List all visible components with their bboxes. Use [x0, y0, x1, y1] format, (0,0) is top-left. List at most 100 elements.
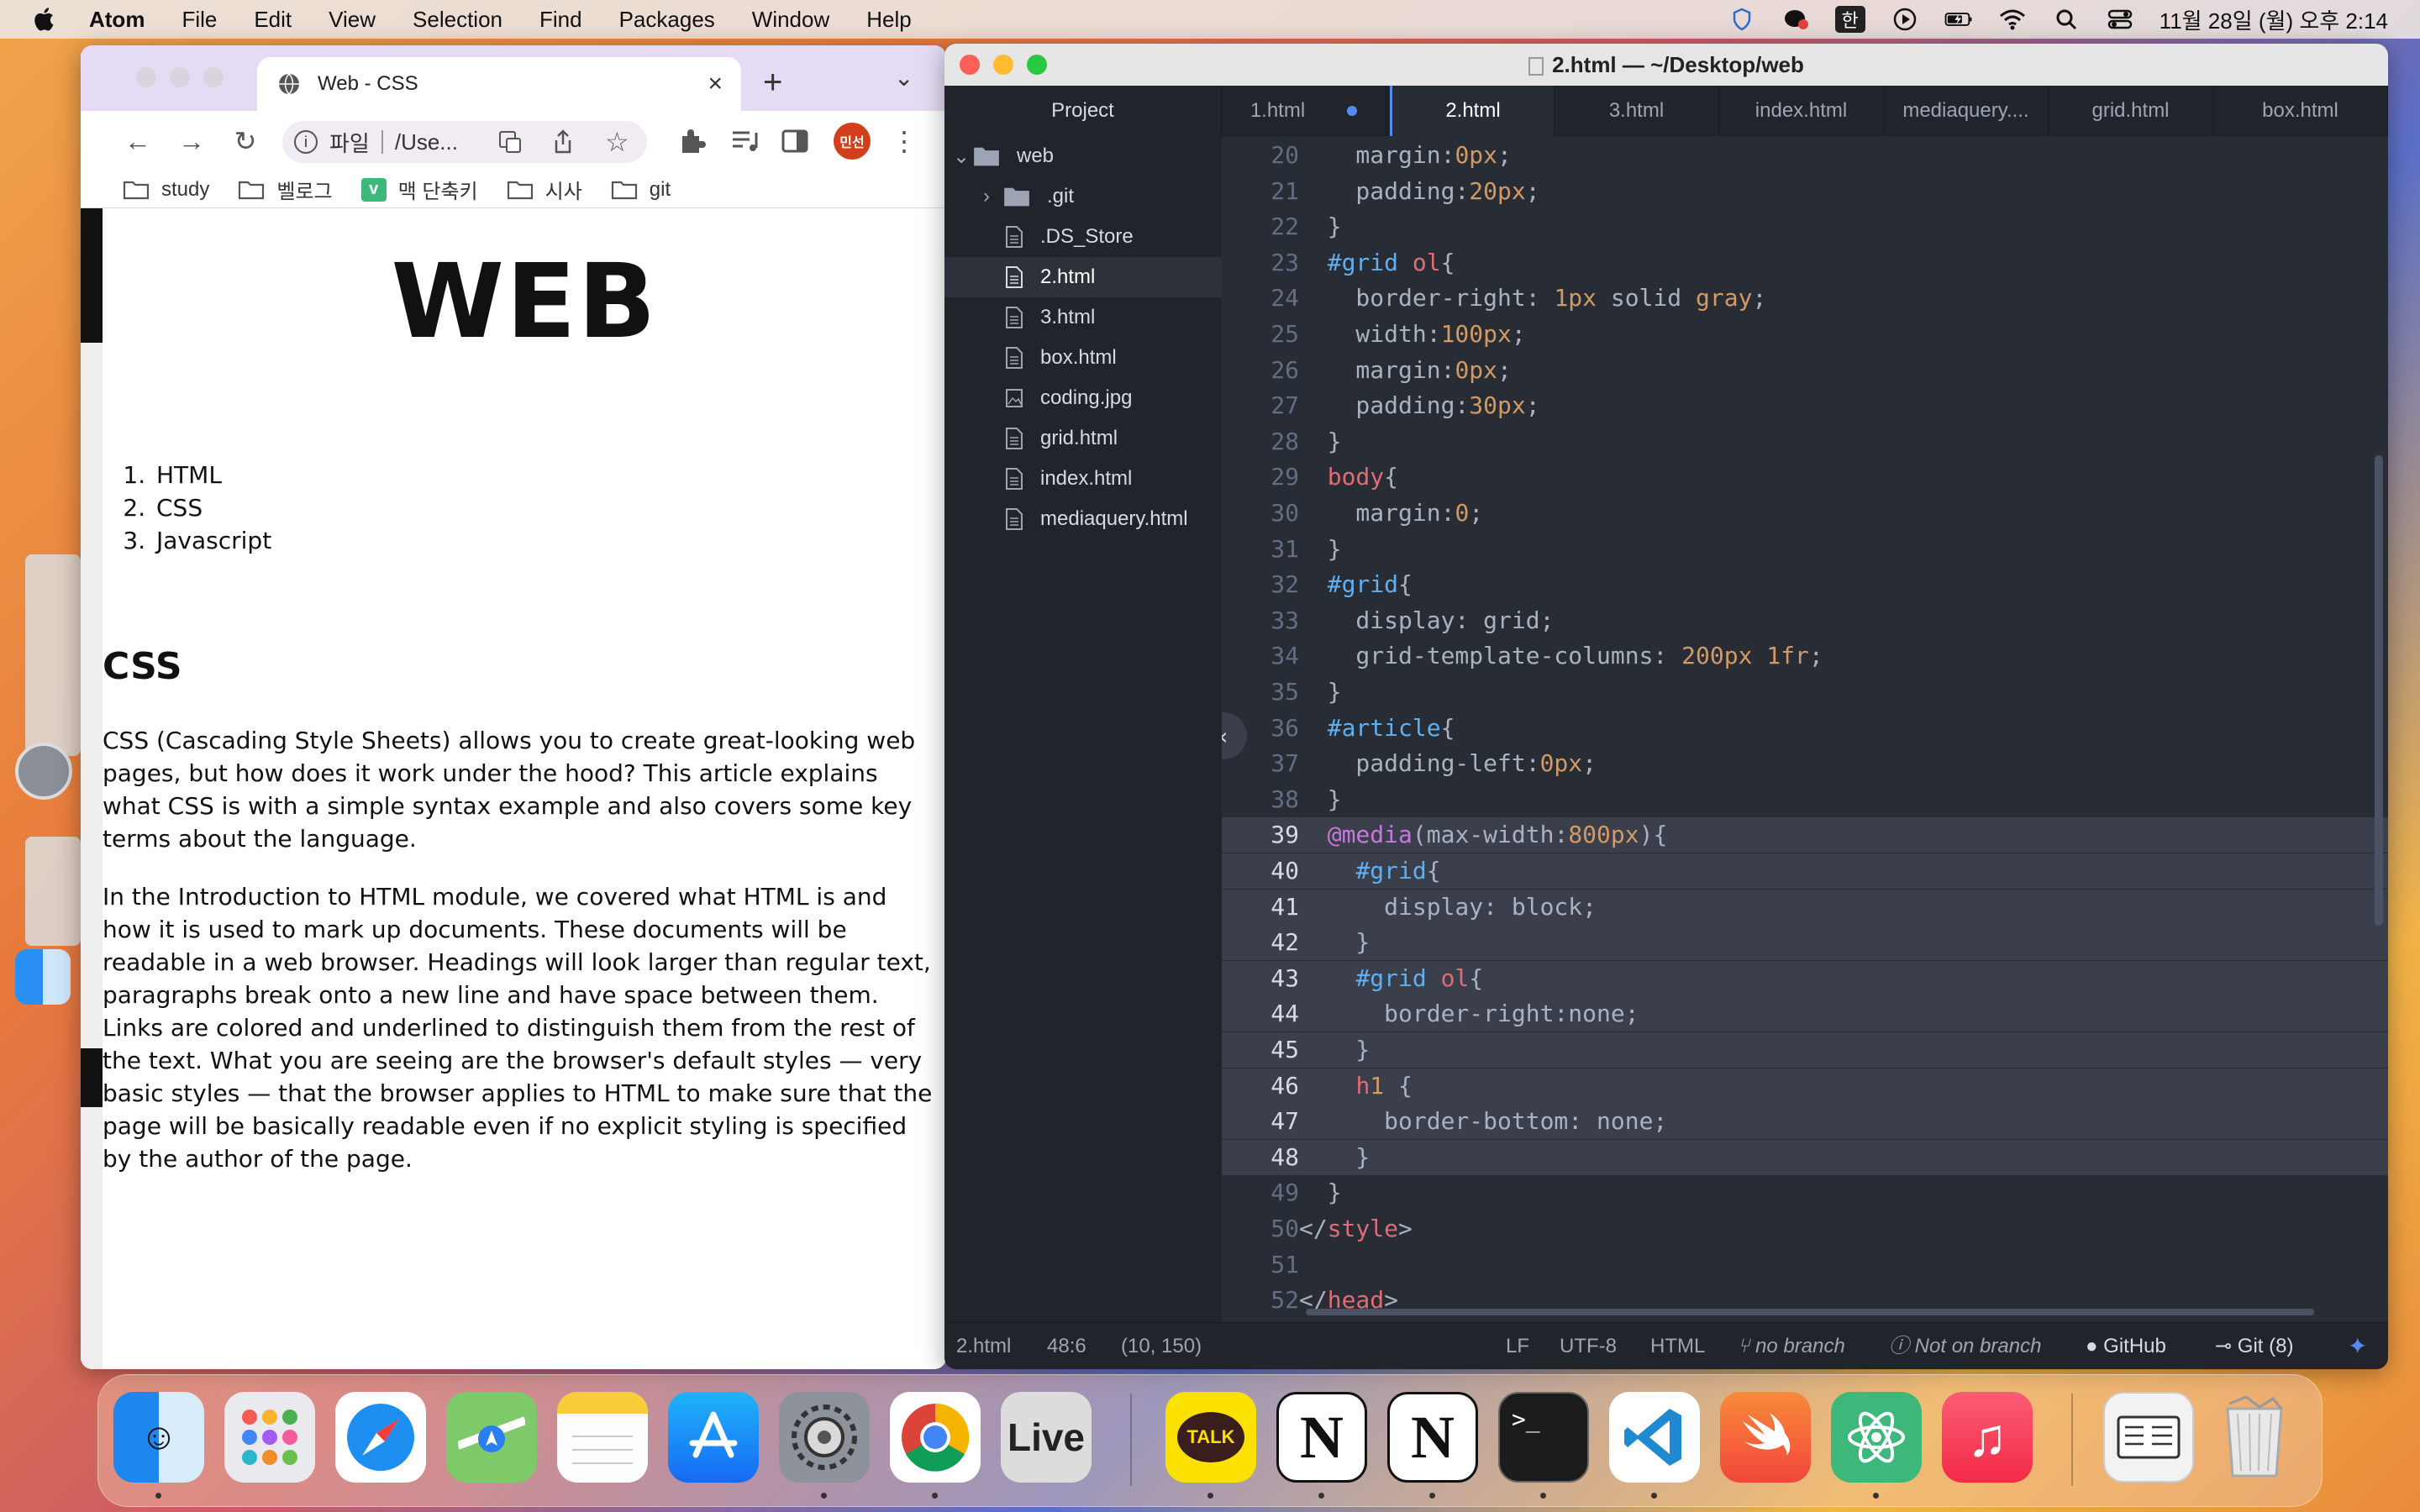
code-line[interactable]: 41 display: block;: [1222, 889, 2388, 925]
bookmark-velog[interactable]: 벨로그: [238, 175, 333, 204]
status-branch[interactable]: ⑂ no branch: [1738, 1323, 1845, 1369]
nav-link-html[interactable]: HTML: [153, 459, 271, 491]
code-line[interactable]: 25 width:100px;: [1222, 317, 2388, 352]
code-text[interactable]: padding:20px;: [1299, 174, 1539, 209]
system-preferences-icon[interactable]: [15, 743, 72, 800]
line-number[interactable]: 40: [1222, 853, 1306, 889]
tree-item-box-html[interactable]: box.html: [944, 338, 1222, 378]
dock-notion-icon[interactable]: N: [1387, 1392, 1478, 1483]
close-window-button[interactable]: [960, 55, 980, 75]
bookmark-git[interactable]: git: [611, 178, 671, 202]
code-text[interactable]: border-right: 1px solid gray;: [1299, 281, 1766, 316]
control-center-icon[interactable]: [2106, 7, 2134, 32]
zoom-window-button[interactable]: [203, 67, 224, 87]
line-number[interactable]: 21: [1222, 174, 1306, 209]
line-number[interactable]: 23: [1222, 245, 1306, 281]
menu-window[interactable]: Window: [752, 7, 829, 33]
code-text[interactable]: }: [1299, 209, 1342, 244]
tree-item-3-html[interactable]: 3.html: [944, 297, 1222, 338]
code-line[interactable]: 39 @media(max-width:800px){: [1222, 817, 2388, 853]
code-line[interactable]: 43 #grid ol{: [1222, 960, 2388, 996]
dock-stack-icon[interactable]: [2103, 1392, 2194, 1483]
bookmark-study[interactable]: study: [123, 178, 209, 202]
code-line[interactable]: 40 #grid{: [1222, 853, 2388, 889]
dock-swift-playgrounds-icon[interactable]: [1720, 1392, 1811, 1483]
reload-icon[interactable]: ↻: [229, 124, 262, 158]
minimize-window-button[interactable]: [993, 55, 1013, 75]
apple-icon[interactable]: [32, 6, 59, 33]
line-number[interactable]: 50: [1222, 1211, 1306, 1247]
code-line[interactable]: 26 margin:0px;: [1222, 353, 2388, 388]
new-tab-button[interactable]: +: [763, 64, 782, 102]
code-text[interactable]: h1 {: [1299, 1068, 1412, 1104]
code-text[interactable]: }: [1299, 1140, 1370, 1175]
tab-search-chevron-icon[interactable]: ⌄: [894, 64, 913, 92]
background-window[interactable]: [25, 554, 81, 756]
wifi-icon[interactable]: [1998, 7, 2027, 32]
dock-chrome-icon[interactable]: [890, 1392, 981, 1483]
dock-notion-icon[interactable]: N: [1276, 1392, 1367, 1483]
code-line[interactable]: 50 </style>: [1222, 1211, 2388, 1247]
dock-maps-icon[interactable]: [446, 1392, 537, 1483]
code-line[interactable]: 42 }: [1222, 925, 2388, 961]
line-number[interactable]: 22: [1222, 209, 1306, 244]
close-window-button[interactable]: [136, 67, 156, 87]
code-text[interactable]: #grid ol{: [1299, 961, 1483, 996]
vertical-scrollbar[interactable]: [2375, 455, 2383, 926]
code-text[interactable]: body{: [1299, 459, 1398, 495]
status-not-on-branch[interactable]: ⓘ Not on branch: [1889, 1323, 2041, 1369]
code-text[interactable]: display: block;: [1299, 890, 1597, 925]
line-number[interactable]: 30: [1222, 496, 1306, 531]
dock-system-preferences-icon[interactable]: [779, 1392, 870, 1483]
status-github[interactable]: ● GitHub: [2086, 1323, 2166, 1369]
more-menu-icon[interactable]: ⋮: [887, 124, 921, 158]
code-line[interactable]: 31 }: [1222, 532, 2388, 567]
code-text[interactable]: #grid ol{: [1299, 245, 1455, 281]
tab-box-html[interactable]: box.html: [2213, 86, 2388, 136]
code-text[interactable]: grid-template-columns: 200px 1fr;: [1299, 638, 1823, 674]
menu-help[interactable]: Help: [866, 7, 911, 33]
play-circle-icon[interactable]: [1891, 7, 1919, 32]
dock-music-icon[interactable]: ♫: [1942, 1392, 2033, 1483]
tab-index-html[interactable]: index.html: [1719, 86, 1884, 136]
code-line[interactable]: 51: [1222, 1247, 2388, 1283]
back-arrow-icon[interactable]: ←: [121, 124, 155, 158]
code-text[interactable]: padding-left:0px;: [1299, 746, 1597, 781]
code-line[interactable]: 46 h1 {: [1222, 1068, 2388, 1104]
side-panel-icon[interactable]: [778, 124, 812, 158]
code-line[interactable]: 22 }: [1222, 209, 2388, 244]
code-line[interactable]: 36 #article{: [1222, 711, 2388, 746]
line-number[interactable]: 46: [1222, 1068, 1306, 1104]
code-line[interactable]: 44 border-right:none;: [1222, 996, 2388, 1032]
translate-icon[interactable]: [497, 129, 523, 155]
bookmark-news[interactable]: 시사: [507, 175, 582, 204]
code-line[interactable]: 24 border-right: 1px solid gray;: [1222, 281, 2388, 316]
line-number[interactable]: 38: [1222, 782, 1306, 817]
code-text[interactable]: #grid{: [1299, 567, 1413, 602]
menu-file[interactable]: File: [182, 7, 217, 33]
profile-avatar[interactable]: 민선: [834, 123, 871, 160]
tree-item-grid-html[interactable]: grid.html: [944, 418, 1222, 459]
line-number[interactable]: 47: [1222, 1104, 1306, 1140]
line-number[interactable]: 49: [1222, 1175, 1306, 1210]
code-text[interactable]: }: [1299, 782, 1342, 817]
line-number[interactable]: 34: [1222, 638, 1306, 674]
code-text[interactable]: border-right:none;: [1299, 996, 1639, 1032]
code-text[interactable]: border-bottom: none;: [1299, 1104, 1667, 1139]
address-bar[interactable]: i 파일 /Use... ☆: [282, 121, 647, 163]
line-number[interactable]: 32: [1222, 567, 1306, 602]
menu-view[interactable]: View: [329, 7, 376, 33]
background-window[interactable]: [25, 837, 81, 946]
menu-selection[interactable]: Selection: [413, 7, 502, 33]
code-line[interactable]: 28 }: [1222, 424, 2388, 459]
code-line[interactable]: 34 grid-template-columns: 200px 1fr;: [1222, 638, 2388, 674]
close-tab-icon[interactable]: ×: [708, 70, 723, 98]
tree-item-mediaquery-html[interactable]: mediaquery.html: [944, 499, 1222, 539]
code-line[interactable]: 30 margin:0;: [1222, 496, 2388, 531]
line-number[interactable]: 42: [1222, 925, 1306, 961]
line-number[interactable]: 52: [1222, 1283, 1306, 1318]
status-line-ending[interactable]: LF: [1506, 1323, 1529, 1369]
code-text[interactable]: @media(max-width:800px){: [1299, 817, 1668, 853]
site-info-icon[interactable]: i: [294, 130, 318, 154]
status-file-name[interactable]: 2.html: [956, 1323, 1011, 1369]
